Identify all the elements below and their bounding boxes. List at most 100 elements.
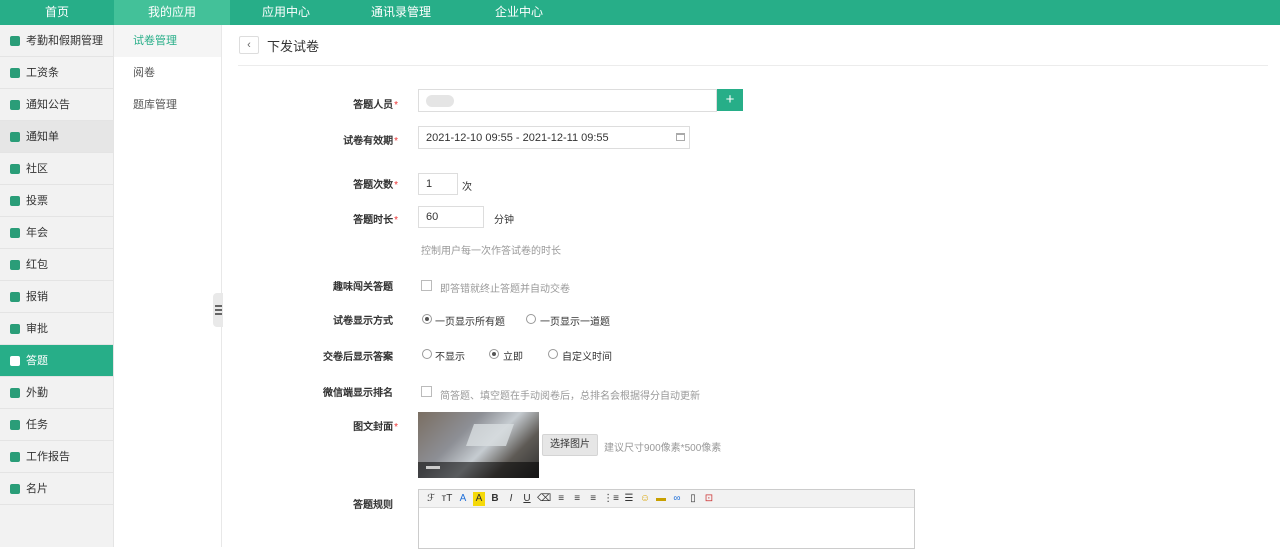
font-family-icon[interactable]: ℱ bbox=[425, 492, 437, 506]
rules-rich-text-editor[interactable]: ℱ тT A A B I U ⌫ ≡ ≡ ≡ ⋮≡ ☰ ☺ ▬ ∞ ▯ ⊡ bbox=[418, 489, 915, 549]
card-icon bbox=[10, 483, 20, 494]
answer-custom-radio[interactable] bbox=[548, 349, 558, 359]
duration-label: 答题时长* bbox=[353, 215, 398, 226]
main-content: ‹ 下发试卷 答题人员* + 试卷有效期* 2021-12-10 09:55 -… bbox=[238, 25, 1268, 549]
quiz-icon bbox=[10, 355, 20, 366]
page-title: 下发试卷 bbox=[267, 38, 320, 54]
display-one-label: 一页显示一道题 bbox=[540, 317, 610, 328]
attempts-input[interactable]: 1 bbox=[418, 173, 458, 195]
paste-icon[interactable]: ▯ bbox=[687, 492, 699, 506]
attempts-unit: 次 bbox=[462, 182, 472, 193]
notice-icon bbox=[10, 131, 20, 142]
answer-hide-radio[interactable] bbox=[422, 349, 432, 359]
subnav-question-bank[interactable]: 题库管理 bbox=[114, 89, 221, 121]
cover-label: 图文封面* bbox=[353, 422, 398, 433]
top-nav: 首页 我的应用 应用中心 通讯录管理 企业中心 bbox=[0, 0, 1280, 25]
sidebar-item-notice[interactable]: 通知单 bbox=[0, 121, 113, 153]
ranking-option: 简答题、填空题在手动阅卷后，总排名会根据得分自动更新 bbox=[440, 391, 700, 402]
highlight-color-icon[interactable]: A bbox=[473, 491, 485, 506]
emoji-icon[interactable]: ☺ bbox=[639, 492, 651, 506]
unordered-list-icon[interactable]: ☰ bbox=[623, 492, 635, 506]
sidebar-item-quiz[interactable]: 答题 bbox=[0, 345, 113, 377]
sidebar-item-label: 工资条 bbox=[26, 66, 59, 79]
sidebar-item-business-card[interactable]: 名片 bbox=[0, 473, 113, 505]
nav-tab-home[interactable]: 首页 bbox=[0, 0, 114, 25]
sidebar-item-red-packet[interactable]: 红包 bbox=[0, 249, 113, 281]
bold-icon[interactable]: B bbox=[489, 492, 501, 506]
sidebar-item-community[interactable]: 社区 bbox=[0, 153, 113, 185]
sidebar-item-annual-meeting[interactable]: 年会 bbox=[0, 217, 113, 249]
chevron-left-icon: ‹ bbox=[247, 39, 251, 51]
avatar bbox=[426, 94, 454, 107]
sidebar-item-label: 通知单 bbox=[26, 130, 59, 143]
sidebar-item-attendance[interactable]: 考勤和假期管理 bbox=[0, 25, 113, 57]
back-button[interactable]: ‹ bbox=[239, 36, 259, 54]
sidebar-item-payslip[interactable]: 工资条 bbox=[0, 57, 113, 89]
sidebar-item-approval[interactable]: 审批 bbox=[0, 313, 113, 345]
rules-label: 答题规则 bbox=[353, 500, 393, 511]
nav-tab-my-apps[interactable]: 我的应用 bbox=[114, 0, 230, 25]
subnav-grading[interactable]: 阅卷 bbox=[114, 57, 221, 89]
italic-icon[interactable]: I bbox=[505, 492, 517, 506]
underline-icon[interactable]: U bbox=[521, 492, 533, 506]
sidebar-item-vote[interactable]: 投票 bbox=[0, 185, 113, 217]
answer-hide-label: 不显示 bbox=[435, 352, 465, 363]
sidebar-item-label: 报销 bbox=[26, 290, 48, 303]
sidebar-item-task[interactable]: 任务 bbox=[0, 409, 113, 441]
sidebar: 考勤和假期管理 工资条 通知公告 通知单 社区 投票 年会 红包 报销 审批 答… bbox=[0, 25, 114, 547]
validity-date-range-input[interactable]: 2021-12-10 09:55 - 2021-12-11 09:55 bbox=[418, 126, 690, 149]
chat-icon bbox=[10, 163, 20, 174]
image-icon[interactable]: ▬ bbox=[655, 492, 667, 506]
ordered-list-icon[interactable]: ⋮≡ bbox=[603, 492, 619, 506]
editor-toolbar: ℱ тT A A B I U ⌫ ≡ ≡ ≡ ⋮≡ ☰ ☺ ▬ ∞ ▯ ⊡ bbox=[419, 490, 914, 508]
sidebar-item-label: 考勤和假期管理 bbox=[26, 34, 103, 47]
ranking-checkbox[interactable] bbox=[421, 386, 432, 397]
sidebar-item-label: 红包 bbox=[26, 258, 48, 271]
font-color-icon[interactable]: A bbox=[457, 492, 469, 506]
show-answer-label: 交卷后显示答案 bbox=[323, 352, 393, 363]
sidebar-collapse-handle[interactable] bbox=[213, 293, 223, 327]
clear-format-icon[interactable]: ⌫ bbox=[537, 492, 551, 506]
sidebar-item-label: 投票 bbox=[26, 194, 48, 207]
report-icon bbox=[10, 451, 20, 462]
task-icon bbox=[10, 419, 20, 430]
align-left-icon[interactable]: ≡ bbox=[555, 492, 567, 506]
respondents-label: 答题人员* bbox=[353, 100, 398, 111]
sidebar-item-label: 通知公告 bbox=[26, 98, 70, 111]
display-one-radio[interactable] bbox=[526, 314, 536, 324]
ranking-label: 微信端显示排名 bbox=[323, 388, 393, 399]
fullscreen-icon[interactable]: ⊡ bbox=[703, 492, 715, 506]
duration-input[interactable]: 60 bbox=[418, 206, 484, 228]
align-right-icon[interactable]: ≡ bbox=[587, 492, 599, 506]
cover-image bbox=[418, 412, 539, 478]
link-icon[interactable]: ∞ bbox=[671, 492, 683, 506]
payslip-icon bbox=[10, 67, 20, 78]
sidebar-item-announcement[interactable]: 通知公告 bbox=[0, 89, 113, 121]
display-mode-label: 试卷显示方式 bbox=[333, 316, 393, 327]
fun-mode-checkbox[interactable] bbox=[421, 280, 432, 291]
red-packet-icon bbox=[10, 259, 20, 270]
bell-icon bbox=[10, 99, 20, 110]
plus-icon: + bbox=[725, 91, 735, 108]
subnav-exam-management[interactable]: 试卷管理 bbox=[114, 25, 221, 57]
nav-tab-app-center[interactable]: 应用中心 bbox=[230, 0, 342, 25]
respondents-input[interactable] bbox=[418, 89, 717, 112]
display-all-radio[interactable] bbox=[422, 314, 432, 324]
choose-image-button[interactable]: 选择图片 bbox=[542, 434, 598, 456]
align-center-icon[interactable]: ≡ bbox=[571, 492, 583, 506]
sidebar-item-label: 外勤 bbox=[26, 386, 48, 399]
nav-tab-enterprise[interactable]: 企业中心 bbox=[460, 0, 578, 25]
font-size-icon[interactable]: тT bbox=[441, 492, 453, 506]
sidebar-item-field-work[interactable]: 外勤 bbox=[0, 377, 113, 409]
calendar-icon bbox=[676, 133, 685, 141]
nav-tab-contacts[interactable]: 通讯录管理 bbox=[342, 0, 460, 25]
add-respondent-button[interactable]: + bbox=[717, 89, 743, 111]
fun-mode-option: 即答错就终止答题并自动交卷 bbox=[440, 284, 570, 295]
answer-immediate-radio[interactable] bbox=[489, 349, 499, 359]
fun-mode-label: 趣味闯关答题 bbox=[333, 282, 393, 293]
sidebar-item-work-report[interactable]: 工作报告 bbox=[0, 441, 113, 473]
sidebar-item-label: 审批 bbox=[26, 322, 48, 335]
sidebar-item-label: 名片 bbox=[26, 482, 48, 495]
sidebar-item-reimbursement[interactable]: 报销 bbox=[0, 281, 113, 313]
stamp-icon bbox=[10, 323, 20, 334]
